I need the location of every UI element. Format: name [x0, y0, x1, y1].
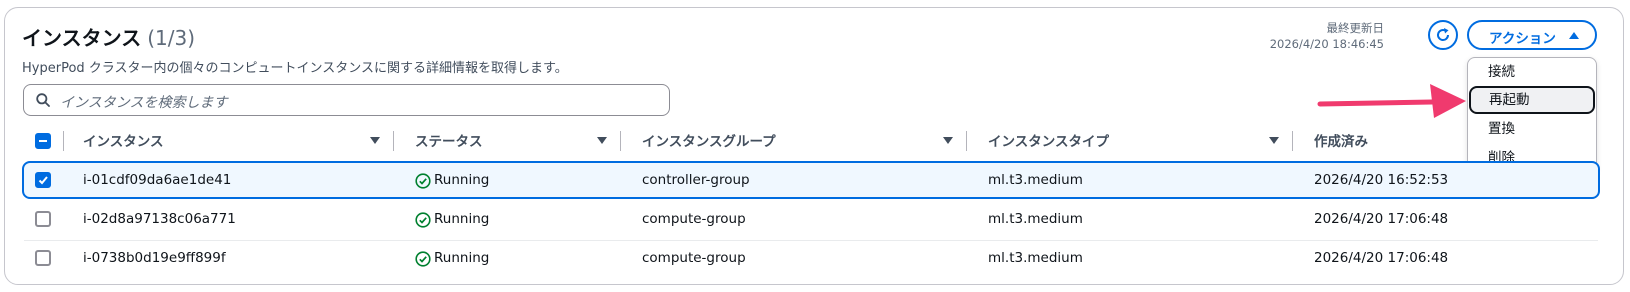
title-text: インスタンス	[22, 26, 142, 50]
panel-description: HyperPod クラスター内の個々のコンピュートインスタンスに関する詳細情報を…	[22, 61, 568, 76]
menu-item-connect[interactable]: 接続	[1468, 59, 1596, 87]
column-header-status[interactable]: ステータス	[415, 130, 483, 154]
search-input[interactable]: インスタンスを検索します	[23, 84, 670, 116]
instance-type: ml.t3.medium	[988, 211, 1083, 227]
row-checkbox[interactable]	[35, 172, 51, 188]
menu-item-reboot[interactable]: 再起動	[1469, 86, 1595, 114]
created-date: 2026/4/20 16:52:53	[1314, 172, 1449, 188]
page-title: インスタンス (1/3)	[22, 22, 195, 51]
row-checkbox[interactable]	[35, 250, 51, 266]
instance-group: controller-group	[642, 172, 750, 188]
column-divider	[393, 131, 394, 151]
check-circle-icon	[415, 251, 431, 267]
last-updated-value: 2026/4/20 18:46:45	[1269, 37, 1384, 51]
sort-caret-icon[interactable]	[1269, 137, 1279, 144]
column-header-type[interactable]: インスタンスタイプ	[988, 130, 1109, 154]
column-divider	[63, 131, 64, 151]
instance-id[interactable]: i-02d8a97138c06a771	[83, 211, 236, 227]
instance-type: ml.t3.medium	[988, 250, 1083, 266]
sort-caret-icon[interactable]	[370, 137, 380, 144]
instance-id[interactable]: i-0738b0d19e9ff899f	[83, 250, 226, 266]
column-divider	[620, 131, 621, 151]
instance-id[interactable]: i-01cdf09da6ae1de41	[83, 172, 231, 188]
caret-up-icon	[1569, 32, 1579, 39]
search-placeholder: インスタンスを検索します	[60, 95, 228, 111]
instance-type: ml.t3.medium	[988, 172, 1083, 188]
column-divider	[1292, 131, 1293, 151]
created-date: 2026/4/20 17:06:48	[1314, 250, 1449, 266]
row-checkbox[interactable]	[35, 211, 51, 227]
sort-caret-icon[interactable]	[943, 137, 953, 144]
actions-menu: 接続 再起動 置換 削除	[1467, 57, 1597, 175]
column-header-created[interactable]: 作成済み	[1314, 130, 1368, 154]
created-date: 2026/4/20 17:06:48	[1314, 211, 1449, 227]
actions-button[interactable]: アクション	[1467, 20, 1597, 50]
column-header-instance[interactable]: インスタンス	[83, 130, 163, 154]
status-text: Running	[434, 211, 490, 227]
instance-group: compute-group	[642, 211, 746, 227]
select-all-checkbox[interactable]	[35, 133, 51, 149]
refresh-icon	[1437, 28, 1450, 41]
instance-group: compute-group	[642, 250, 746, 266]
status-text: Running	[434, 250, 490, 266]
check-icon	[38, 176, 48, 185]
sort-caret-icon[interactable]	[597, 137, 607, 144]
actions-label: アクション	[1489, 31, 1556, 47]
column-header-group[interactable]: インスタンスグループ	[642, 130, 776, 154]
search-icon	[36, 93, 50, 107]
column-divider	[966, 131, 967, 151]
status-text: Running	[434, 172, 490, 188]
refresh-button[interactable]	[1428, 20, 1458, 50]
check-circle-icon	[415, 212, 431, 228]
last-updated: 最終更新日 2026/4/20 18:46:45	[1270, 20, 1384, 52]
selection-count: (1/3)	[147, 26, 195, 50]
check-circle-icon	[415, 173, 431, 189]
menu-item-replace[interactable]: 置換	[1468, 116, 1596, 144]
last-updated-label: 最終更新日	[1326, 21, 1385, 35]
